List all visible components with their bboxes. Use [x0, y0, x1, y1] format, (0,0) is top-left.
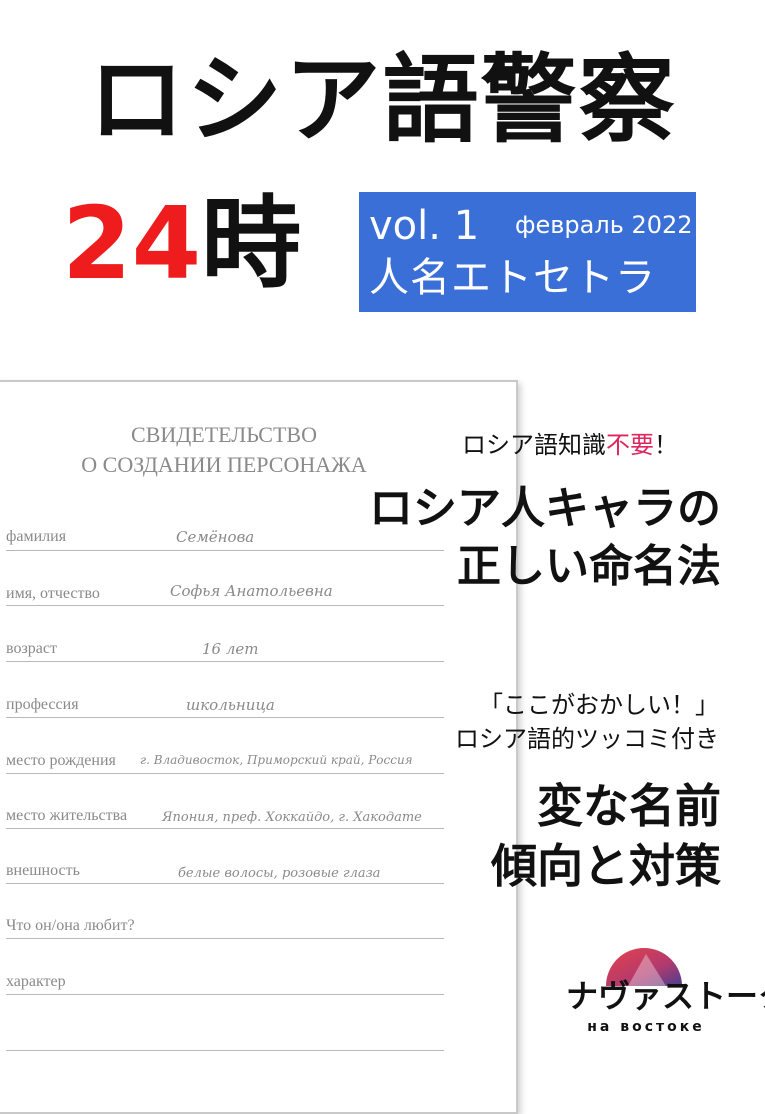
headline2-line1: 変な名前: [537, 779, 721, 833]
certificate-heading: СВИДЕТЕЛЬСТВО О СОЗДАНИИ ПЕРСОНАЖА: [0, 420, 454, 480]
field-label-profession: профессия: [6, 696, 79, 713]
field-line: [6, 994, 444, 995]
logo-name-jp: ナヴァストーク: [566, 977, 765, 1015]
intro-highlight: 不要: [606, 431, 654, 459]
quote-line1: 「ここがおかしい！」: [479, 691, 719, 719]
field-label-likes: Что он/она любит?: [6, 917, 135, 934]
headline1-line1: ロシア人キャラの: [369, 483, 721, 534]
field-value-birthplace: г. Владивосток, Приморский край, Россия: [140, 753, 413, 767]
field-line: [6, 1050, 444, 1051]
logo-name-ru: на востоке: [587, 1019, 705, 1035]
issue-theme: 人名エトセトラ: [369, 255, 656, 301]
field-value-profession: школьница: [186, 696, 275, 714]
field-value-surname: Семёнова: [176, 528, 255, 546]
headline2-line2: 傾向と対策: [491, 839, 721, 893]
field-line: [6, 717, 444, 718]
field-label-birthplace: место рождения: [6, 752, 116, 769]
volume-number: vol. 1: [369, 203, 480, 249]
volume-box: vol. 1 февраль 2022 人名エトセトラ: [359, 192, 696, 312]
field-label-name: имя, отчество: [6, 585, 100, 602]
certificate-heading-line1: СВИДЕТЕЛЬСТВО: [131, 422, 317, 447]
field-label-residence: место жительства: [6, 807, 128, 824]
quote-line2: ロシア語的ツッコミ付き: [455, 725, 719, 753]
quote-tagline: 「ここがおかしい！」 ロシア語的ツッコミ付き: [455, 688, 719, 756]
hours-label: 24時: [62, 184, 301, 304]
publisher-logo: ナヴァストーク на востоке: [566, 934, 765, 1038]
hours-number: 24: [62, 185, 202, 302]
field-line: [6, 938, 444, 939]
field-label-surname: фамилия: [6, 528, 67, 545]
headline1-line2: 正しい命名法: [457, 541, 721, 592]
certificate-heading-line2: О СОЗДАНИИ ПЕРСОНАЖА: [81, 452, 367, 477]
field-line: [6, 661, 444, 662]
feature-headline-strange-names: 変な名前 傾向と対策: [491, 776, 721, 896]
field-value-name: Софья Анатольевна: [170, 582, 333, 600]
field-label-age: возраст: [6, 640, 57, 657]
issue-date: февраль 2022: [515, 211, 693, 239]
field-line: [6, 883, 444, 884]
field-label-character: характер: [6, 973, 66, 990]
field-line: [6, 828, 444, 829]
field-label-appearance: внешность: [6, 862, 80, 879]
hours-suffix: 時: [201, 185, 302, 302]
intro-suffix: ！: [654, 431, 678, 459]
intro-tagline: ロシア語知識不要！: [462, 428, 678, 462]
field-line: [6, 773, 444, 774]
cover-title: ロシア語警察: [88, 44, 677, 156]
feature-headline-naming: ロシア人キャラの 正しい命名法: [369, 480, 721, 596]
field-value-appearance: белые волосы, розовые глаза: [178, 866, 381, 881]
field-value-residence: Япония, преф. Хоккайдо, г. Хакодате: [162, 810, 422, 825]
field-line: [6, 605, 444, 606]
field-value-age: 16 лет: [202, 640, 259, 658]
intro-prefix: ロシア語知識: [462, 431, 606, 459]
